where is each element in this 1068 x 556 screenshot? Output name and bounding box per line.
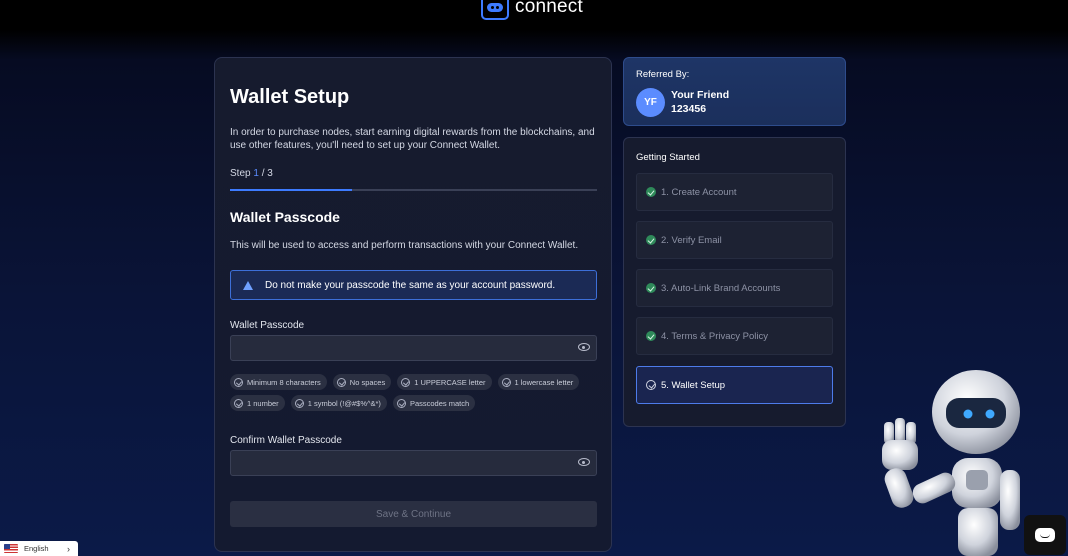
getting-started-step[interactable]: 2. Verify Email	[636, 221, 833, 259]
top-bar: connect	[0, 0, 1068, 30]
chat-bubble-icon	[1035, 528, 1055, 542]
requirement-chip: Passcodes match	[392, 395, 476, 411]
step-progress-fill	[230, 189, 353, 191]
getting-started-step[interactable]: 3. Auto-Link Brand Accounts	[636, 269, 833, 307]
step-separator: /	[258, 168, 268, 179]
requirement-label: Passcodes match	[409, 398, 470, 408]
section-title: Wallet Passcode	[230, 209, 340, 225]
requirement-chip: 1 lowercase letter	[497, 374, 580, 390]
language-selector[interactable]: English ›	[0, 541, 78, 556]
intro-text: In order to purchase nodes, start earnin…	[230, 127, 595, 151]
step-prefix: Step	[230, 168, 251, 179]
check-circle-icon	[396, 398, 406, 408]
brand-name: connect	[515, 0, 583, 17]
step-label: 4. Terms & Privacy Policy	[661, 330, 768, 342]
step-indicator: Step 1 / 3	[230, 168, 273, 179]
requirement-label: 1 number	[247, 398, 279, 408]
confirm-passcode-label: Confirm Wallet Passcode	[230, 435, 342, 446]
getting-started-step[interactable]: 1. Create Account	[636, 173, 833, 211]
warning-text: Do not make your passcode the same as yo…	[265, 279, 556, 291]
requirement-label: Minimum 8 characters	[247, 377, 321, 387]
check-circle-filled-icon	[646, 331, 656, 341]
requirement-chip: Minimum 8 characters	[230, 374, 327, 390]
referrer-name: Your Friend	[671, 89, 730, 101]
robot-mascot-image	[882, 370, 1020, 556]
check-circle-icon	[294, 398, 304, 408]
wallet-setup-card: Wallet Setup In order to purchase nodes,…	[214, 57, 612, 552]
avatar: YF	[636, 88, 665, 117]
getting-started-card: Getting Started 1. Create Account 2. Veri…	[623, 137, 846, 427]
robot-logo-icon	[481, 0, 509, 20]
language-label: English	[24, 544, 49, 553]
check-circle-icon	[501, 377, 511, 387]
check-circle-filled-icon	[646, 283, 656, 293]
passcode-requirements: Minimum 8 characters No spaces 1 UPPERCASE…	[230, 374, 600, 411]
chevron-right-icon: ›	[67, 543, 70, 554]
requirement-label: No spaces	[349, 377, 386, 387]
requirement-chip: 1 symbol (!@#$%^&*)	[290, 395, 387, 411]
referral-label: Referred By:	[636, 69, 690, 80]
check-circle-icon	[401, 377, 411, 387]
passcode-label: Wallet Passcode	[230, 320, 305, 331]
save-continue-button[interactable]: Save & Continue	[230, 501, 597, 527]
check-circle-filled-icon	[646, 187, 656, 197]
step-label: 3. Auto-Link Brand Accounts	[661, 282, 781, 294]
check-circle-filled-icon	[646, 235, 656, 245]
step-progress-bar	[230, 189, 597, 191]
warning-alert: Do not make your passcode the same as yo…	[230, 270, 597, 300]
referrer-code: 123456	[671, 103, 707, 115]
requirement-label: 1 UPPERCASE letter	[414, 377, 486, 387]
chat-support-button[interactable]	[1024, 515, 1066, 555]
requirement-label: 1 lowercase letter	[514, 377, 574, 387]
us-flag-icon	[4, 544, 18, 553]
check-circle-icon	[234, 377, 243, 387]
requirement-label: 1 symbol (!@#$%^&*)	[307, 398, 381, 408]
requirement-chip: 1 UPPERCASE letter	[397, 374, 492, 390]
connect-logo[interactable]: connect	[481, 0, 583, 20]
passcode-field[interactable]	[230, 335, 597, 361]
show-passcode-eye-icon[interactable]	[578, 343, 590, 351]
show-confirm-passcode-eye-icon[interactable]	[578, 458, 590, 466]
check-circle-icon	[336, 377, 346, 387]
getting-started-title: Getting Started	[636, 152, 700, 163]
requirement-chip: No spaces	[332, 374, 392, 390]
step-label: 2. Verify Email	[661, 234, 722, 246]
getting-started-step[interactable]: 5. Wallet Setup	[636, 366, 833, 404]
requirement-chip: 1 number	[230, 395, 285, 411]
page-title: Wallet Setup	[230, 86, 350, 108]
warning-icon	[243, 280, 253, 290]
step-total: 3	[267, 168, 273, 179]
getting-started-step[interactable]: 4. Terms & Privacy Policy	[636, 317, 833, 355]
section-description: This will be used to access and perform …	[230, 240, 579, 251]
check-circle-icon	[646, 380, 656, 390]
confirm-passcode-field[interactable]	[230, 450, 597, 476]
step-label: 1. Create Account	[661, 186, 737, 198]
check-circle-icon	[234, 398, 243, 408]
step-label: 5. Wallet Setup	[661, 379, 726, 391]
referral-card: Referred By: YF Your Friend 123456	[623, 57, 846, 126]
